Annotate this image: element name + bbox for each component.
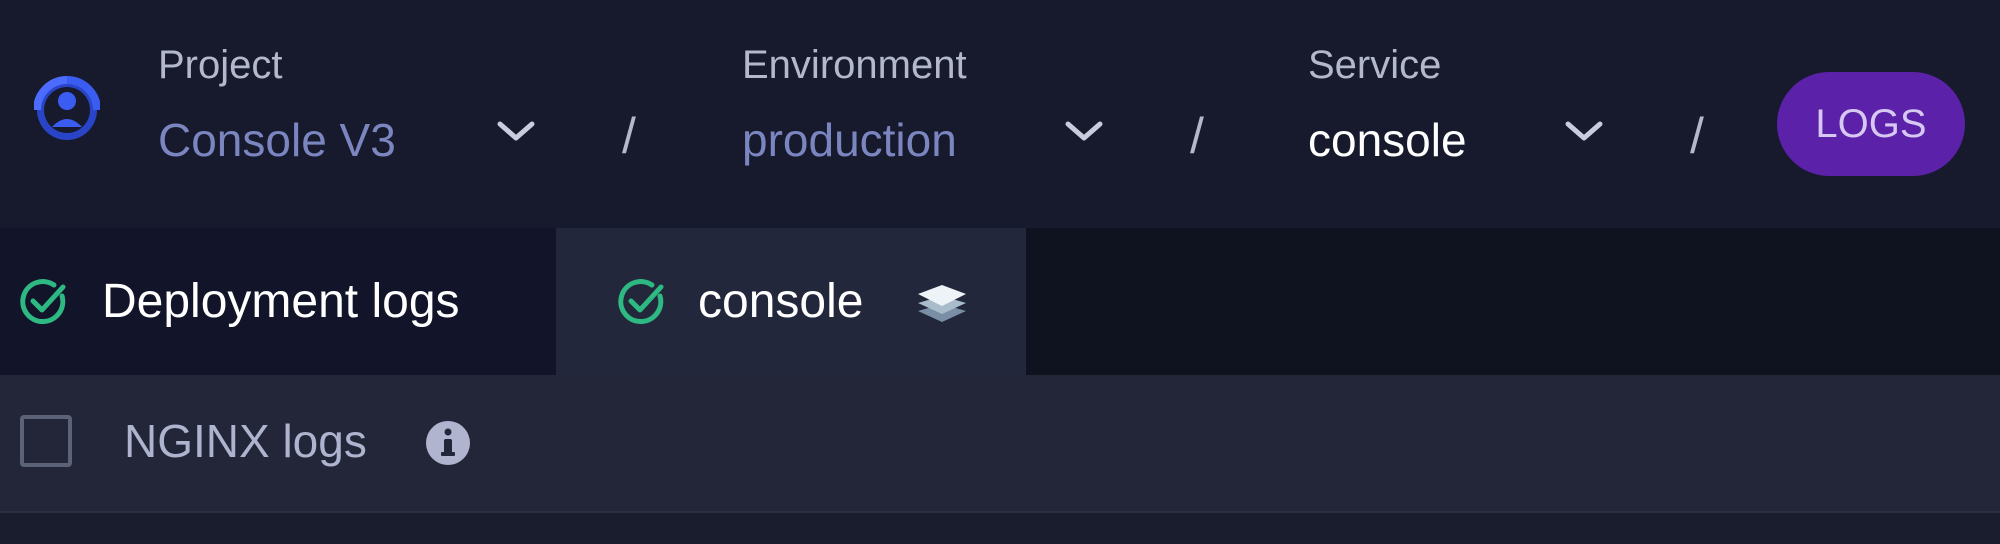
chevron-down-icon[interactable]	[494, 116, 538, 146]
project-value[interactable]: Console V3	[158, 110, 396, 170]
info-icon[interactable]	[425, 420, 471, 466]
nginx-logs-label[interactable]: NGINX logs	[124, 413, 367, 469]
breadcrumb-project[interactable]: Project Console V3	[158, 40, 396, 170]
tab-console[interactable]: console	[556, 228, 1026, 375]
logs-button[interactable]: LOGS	[1777, 72, 1965, 176]
breadcrumb-separator: /	[622, 108, 636, 164]
breadcrumb-separator: /	[1690, 108, 1704, 164]
log-output-area	[0, 511, 2000, 544]
stack-layers-icon	[918, 285, 966, 322]
environment-value[interactable]: production	[742, 110, 967, 170]
service-label: Service	[1308, 43, 1442, 87]
tab-bar: Deployment logs console	[0, 228, 2000, 375]
project-label: Project	[158, 43, 283, 87]
tab-deployment-logs[interactable]: Deployment logs	[0, 228, 556, 375]
app-logo-icon[interactable]	[34, 75, 100, 145]
top-navigation-bar: Project Console V3 / Environment product…	[0, 0, 2000, 228]
check-circle-icon	[20, 279, 66, 325]
log-options-row: NGINX logs	[0, 375, 2000, 511]
breadcrumb-service[interactable]: Service console	[1308, 40, 1467, 170]
tab-label: Deployment logs	[102, 275, 460, 328]
check-circle-icon	[618, 279, 664, 325]
nginx-logs-checkbox[interactable]	[20, 415, 72, 467]
environment-label: Environment	[742, 43, 967, 87]
tab-label: console	[698, 275, 864, 328]
breadcrumb-separator: /	[1190, 108, 1204, 164]
breadcrumb-environment[interactable]: Environment production	[742, 40, 967, 170]
chevron-down-icon[interactable]	[1062, 116, 1106, 146]
service-value[interactable]: console	[1308, 110, 1467, 170]
chevron-down-icon[interactable]	[1562, 116, 1606, 146]
